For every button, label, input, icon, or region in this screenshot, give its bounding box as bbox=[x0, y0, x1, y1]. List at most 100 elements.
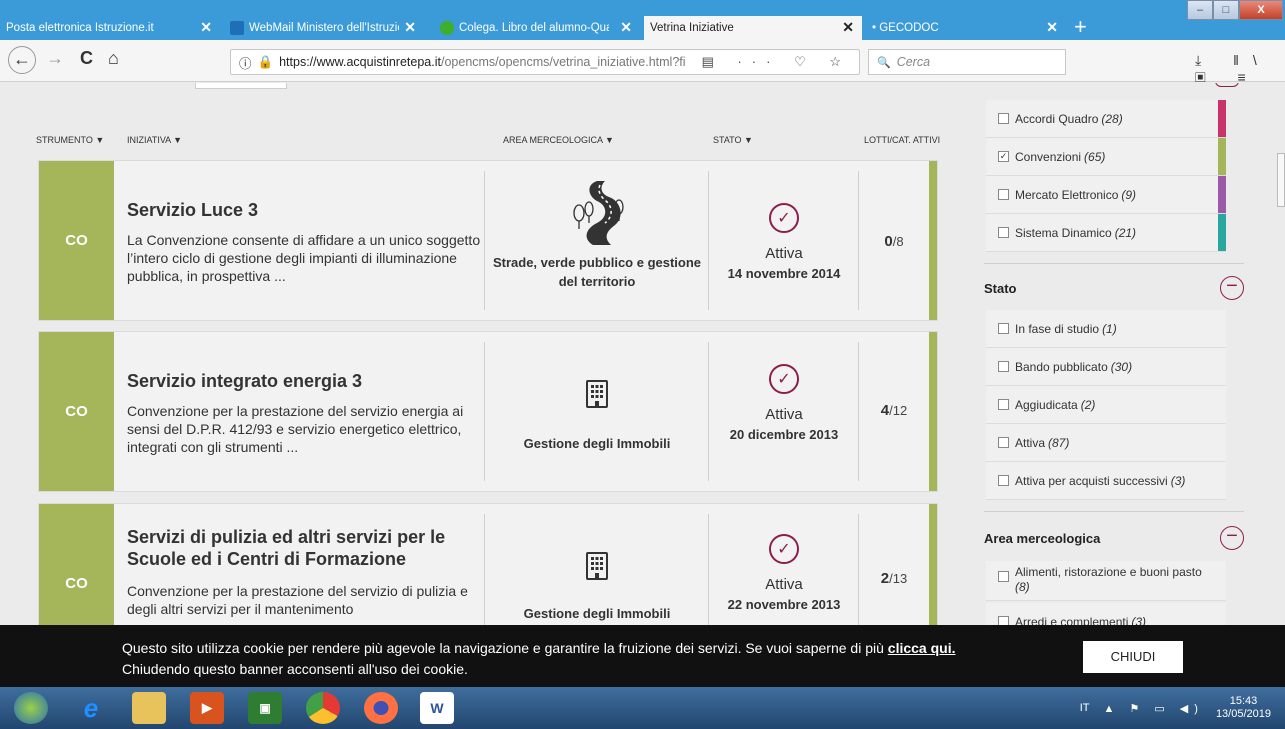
filter-count: (30) bbox=[1110, 359, 1133, 374]
close-tab-icon[interactable]: ✕ bbox=[1046, 19, 1058, 36]
column-headers: STRUMENTO ▼ INIZIATIVA ▼ AREA MERCEOLOGI… bbox=[0, 135, 960, 151]
firefox-icon[interactable] bbox=[364, 692, 398, 724]
filter-mercato-elettronico[interactable]: Mercato Elettronico (9) bbox=[986, 176, 1226, 214]
filter-label: Convenzioni bbox=[1015, 149, 1082, 164]
filter-section-area[interactable]: Area merceologica − bbox=[984, 526, 1244, 550]
forward-button[interactable]: → bbox=[46, 48, 64, 69]
lotti-count: 2/13 bbox=[859, 570, 929, 587]
search-icon: 🔍 bbox=[877, 56, 891, 69]
col-stato[interactable]: STATO ▼ bbox=[713, 135, 753, 145]
checkbox[interactable] bbox=[998, 437, 1009, 448]
window-controls: – □ X bbox=[1187, 0, 1283, 20]
checkbox[interactable] bbox=[998, 113, 1009, 124]
close-tab-icon[interactable]: ✕ bbox=[842, 19, 854, 36]
checkbox[interactable] bbox=[998, 571, 1009, 582]
initiative-card[interactable]: CO Servizio integrato energia 3 Convenzi… bbox=[38, 331, 938, 492]
new-tab-button[interactable]: + bbox=[1074, 14, 1087, 40]
file-explorer-icon[interactable] bbox=[132, 692, 166, 724]
checkbox[interactable] bbox=[998, 399, 1009, 410]
filter-stato-item[interactable]: Aggiudicata (2) bbox=[986, 386, 1226, 424]
tab-vetrina-iniziative[interactable]: Vetrina Iniziative ✕ bbox=[644, 16, 862, 40]
filter-stato-item[interactable]: Attiva (87) bbox=[986, 424, 1226, 462]
chrome-icon[interactable] bbox=[306, 692, 340, 724]
webmail-favicon-icon bbox=[230, 21, 244, 35]
close-cookie-button[interactable]: CHIUDI bbox=[1083, 641, 1183, 673]
toolbar-right-icons[interactable]: ⤓ ‖\ ▣ ≡ bbox=[1195, 52, 1285, 86]
color-bar bbox=[1218, 214, 1226, 251]
stato-label: Attiva bbox=[765, 245, 803, 262]
address-bar[interactable]: ⓘ 🔒 https://www.acquistinretepa.it /open… bbox=[230, 49, 860, 75]
filter-label: In fase di studio bbox=[1015, 321, 1100, 336]
start-button-icon[interactable] bbox=[14, 692, 48, 724]
area-merceologica: Gestione degli Immobili bbox=[523, 436, 671, 451]
color-bar bbox=[1218, 138, 1226, 175]
media-player-icon[interactable]: ▶ bbox=[190, 692, 224, 724]
minimize-button[interactable]: – bbox=[1187, 0, 1213, 20]
tab-label: • GECODOC bbox=[872, 22, 939, 34]
filter-count: (9) bbox=[1121, 187, 1137, 202]
color-bar bbox=[1218, 100, 1226, 137]
search-input[interactable]: 🔍 Cerca bbox=[868, 49, 1066, 75]
checkbox[interactable] bbox=[998, 475, 1009, 486]
initiative-card[interactable]: CO Servizi di pulizia ed altri servizi p… bbox=[38, 503, 938, 625]
col-strumento[interactable]: STRUMENTO ▼ bbox=[36, 135, 104, 145]
reload-button[interactable]: C bbox=[80, 48, 93, 69]
right-color-strip bbox=[929, 332, 937, 491]
tab-colega[interactable]: Colega. Libro del alumno-Qua ✕ bbox=[434, 16, 640, 40]
initiative-title[interactable]: Servizi di pulizia ed altri servizi per … bbox=[127, 526, 482, 570]
close-tab-icon[interactable]: ✕ bbox=[200, 19, 212, 36]
initiative-title[interactable]: Servizio Luce 3 bbox=[127, 199, 482, 221]
collapse-icon[interactable]: − bbox=[1220, 276, 1244, 300]
initiative-card[interactable]: CO Servizio Luce 3 La Convenzione consen… bbox=[38, 160, 938, 321]
building-icon bbox=[485, 380, 709, 413]
filter-section-stato[interactable]: Stato − bbox=[984, 276, 1244, 300]
strumento-badge: CO bbox=[39, 332, 114, 491]
back-button[interactable]: ← bbox=[8, 46, 36, 74]
area-merceologica: Gestione degli Immobili bbox=[523, 606, 671, 621]
filter-stato-item[interactable]: In fase di studio (1) bbox=[986, 310, 1226, 348]
checkbox[interactable] bbox=[998, 323, 1009, 334]
filter-area-item[interactable]: Arredi e complementi (3) bbox=[986, 603, 1226, 625]
checkbox-checked[interactable]: ✓ bbox=[998, 151, 1009, 162]
home-button[interactable]: ⌂ bbox=[108, 48, 119, 69]
checkbox[interactable] bbox=[998, 227, 1009, 238]
col-iniziativa[interactable]: INIZIATIVA ▼ bbox=[127, 135, 182, 145]
right-color-strip bbox=[929, 504, 937, 625]
filter-count: (65) bbox=[1084, 149, 1106, 164]
collapse-icon-partial[interactable] bbox=[1215, 83, 1239, 87]
checkbox[interactable] bbox=[998, 616, 1009, 625]
window-close-button[interactable]: X bbox=[1239, 0, 1283, 20]
checkbox[interactable] bbox=[998, 361, 1009, 372]
filter-accordi-quadro[interactable]: Accordi Quadro (28) bbox=[986, 100, 1226, 138]
cookie-text: Questo sito utilizza cookie per rendere … bbox=[122, 640, 884, 656]
url-action-icons[interactable]: ▤ ··· ♡ ☆ bbox=[702, 54, 851, 70]
col-area[interactable]: AREA MERCEOLOGICA ▼ bbox=[503, 135, 614, 145]
maximize-button[interactable]: □ bbox=[1213, 0, 1239, 20]
filter-label: Arredi e complementi bbox=[1015, 614, 1129, 626]
clock[interactable]: 15:43 13/05/2019 bbox=[1216, 695, 1271, 721]
tab-gecodoc[interactable]: • GECODOC ✕ bbox=[866, 16, 1066, 40]
cookie-link[interactable]: clicca qui. bbox=[888, 640, 956, 656]
filter-stato-item[interactable]: Bando pubblicato (30) bbox=[986, 348, 1226, 386]
scrollbar-thumb[interactable] bbox=[1277, 153, 1285, 207]
internet-explorer-icon[interactable]: e bbox=[74, 692, 108, 724]
tab-posta-elettronica[interactable]: Posta elettronica Istruzione.it ✕ bbox=[0, 16, 220, 40]
filter-area-item[interactable]: Alimenti, ristorazione e buoni pasto (8) bbox=[986, 561, 1226, 601]
language-indicator[interactable]: IT bbox=[1080, 702, 1090, 714]
tab-webmail[interactable]: WebMail Ministero dell'Istruzio ✕ bbox=[224, 16, 424, 40]
info-icon[interactable]: ⓘ bbox=[239, 53, 252, 72]
close-tab-icon[interactable]: ✕ bbox=[404, 19, 416, 36]
top-dropdown-edge[interactable] bbox=[195, 83, 287, 89]
right-color-strip bbox=[929, 161, 937, 320]
word-icon[interactable]: W bbox=[420, 692, 454, 724]
filter-sistema-dinamico[interactable]: Sistema Dinamico (21) bbox=[986, 214, 1226, 252]
filter-stato-item[interactable]: Attiva per acquisti successivi (3) bbox=[986, 462, 1226, 500]
close-tab-icon[interactable]: ✕ bbox=[620, 19, 632, 36]
green-app-icon[interactable]: ▣ bbox=[248, 692, 282, 724]
color-bar bbox=[1218, 176, 1226, 213]
collapse-icon[interactable]: − bbox=[1220, 526, 1244, 550]
filter-convenzioni[interactable]: ✓ Convenzioni (65) bbox=[986, 138, 1226, 176]
initiative-title[interactable]: Servizio integrato energia 3 bbox=[127, 370, 482, 392]
tray-icons[interactable]: ▲ ⚑ ▭ ◀) bbox=[1104, 702, 1204, 715]
checkbox[interactable] bbox=[998, 189, 1009, 200]
